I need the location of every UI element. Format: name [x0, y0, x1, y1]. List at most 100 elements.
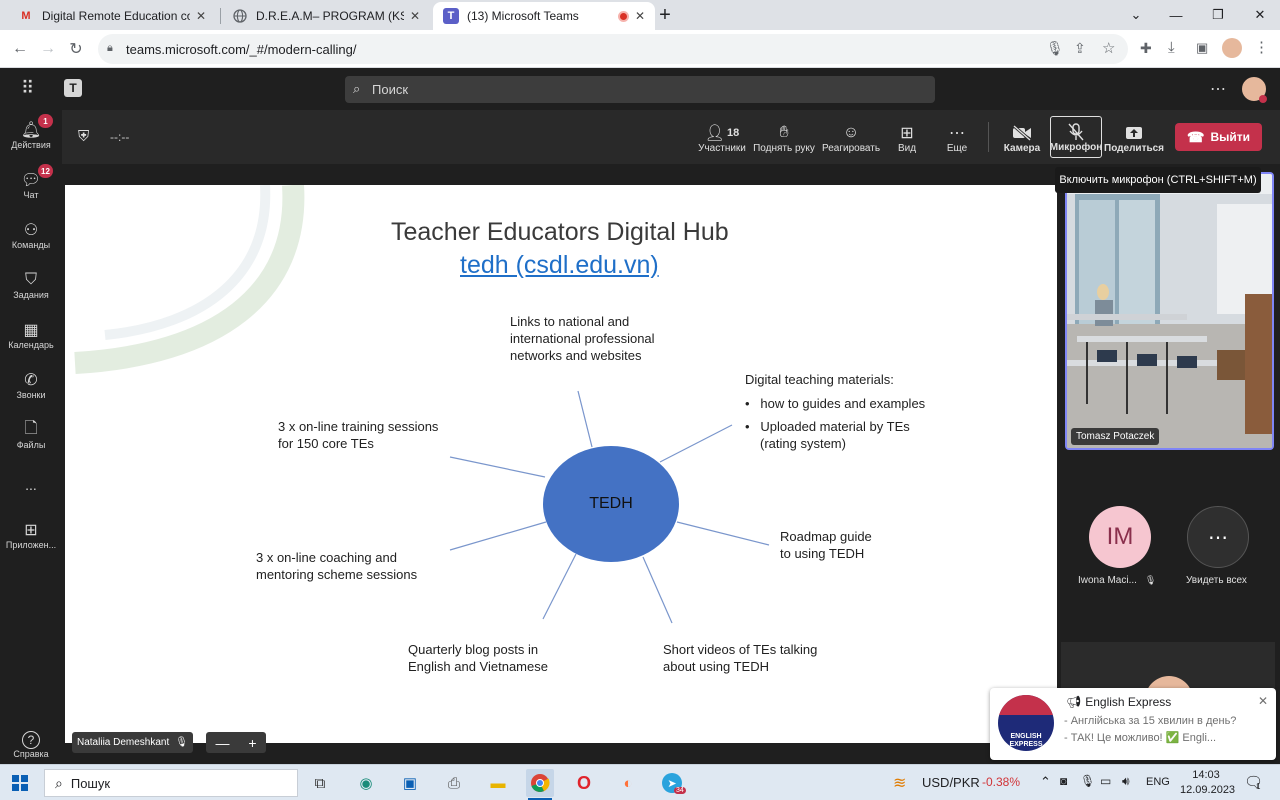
firefox-icon[interactable]: ◐ — [614, 769, 642, 797]
slide-link[interactable]: tedh (csdl.edu.vn) — [460, 251, 659, 280]
rail-item-assignments[interactable]: ⛉ Задания — [0, 260, 62, 310]
chrome-menu-icon[interactable]: ⋮ — [1254, 38, 1269, 56]
hand-icon: ✋︎ — [779, 123, 789, 141]
side-panel-icon[interactable]: ▣ — [1196, 40, 1208, 56]
close-window-icon[interactable]: ✕ — [1240, 0, 1280, 30]
clock-date: 12.09.2023 — [1180, 784, 1236, 796]
microphone-icon[interactable]: 🎙︎ — [1046, 40, 1064, 57]
participants-label: Участники — [698, 142, 746, 154]
network-icon[interactable]: ▭ — [1100, 774, 1111, 788]
participants-button[interactable]: 👤︎ 18 Участники — [696, 118, 748, 158]
browser-tab-dream[interactable]: D.R.E.A.M– PROGRAM (KSIĄŻECZ ✕ — [222, 2, 430, 30]
node-text-line: 3 x on-line coaching and — [256, 550, 397, 565]
shared-slide: Teacher Educators Digital Hub tedh (csdl… — [65, 185, 1057, 743]
rail-item-help[interactable]: ? Справка — [0, 720, 62, 770]
minimize-icon[interactable]: — — [1156, 0, 1196, 30]
share-page-icon[interactable]: ⇪ — [1074, 40, 1086, 57]
hang-up-icon: ☎ — [1187, 128, 1205, 145]
volume-icon[interactable]: 🔊︎ — [1122, 774, 1130, 789]
windows-start-icon[interactable] — [6, 769, 34, 797]
node-text-line: networks and websites — [510, 348, 642, 363]
zoom-in-button[interactable]: + — [248, 735, 256, 751]
activity-badge: 1 — [38, 114, 53, 128]
file-explorer-icon[interactable]: ▬ — [484, 769, 512, 797]
opera-icon[interactable]: O — [570, 769, 598, 797]
profile-avatar[interactable] — [1222, 38, 1242, 58]
task-view-icon[interactable]: ⧉ — [306, 769, 334, 797]
more-button[interactable]: ⋯ Еще — [942, 118, 972, 158]
react-button[interactable]: ☺ Реагировать — [822, 118, 880, 158]
view-button[interactable]: ⊞ Вид — [892, 118, 922, 158]
rail-item-apps[interactable]: ⊞ Приложен... — [0, 510, 62, 560]
shield-icon[interactable]: ⛨ — [78, 128, 89, 145]
edge-icon[interactable]: ◉ — [352, 769, 380, 797]
more-options-icon[interactable]: ⋯ — [1210, 79, 1226, 99]
meeting-control-bar: ⛨ --:-- 👤︎ 18 Участники ✋︎ Поднять руку ☺… — [62, 110, 1280, 164]
notification-title-row: 📢︎ English Express — [1066, 695, 1171, 709]
reload-icon[interactable]: ↻ — [66, 39, 86, 59]
microphone-button[interactable]: Микрофон — [1050, 116, 1102, 158]
ticker-pair[interactable]: USD/PKR — [922, 775, 980, 790]
zoom-out-button[interactable]: — — [215, 735, 229, 751]
close-icon[interactable]: ✕ — [1258, 694, 1268, 708]
browser-tab-teams[interactable]: T (13) Microsoft Teams ✕ — [433, 2, 655, 30]
camera-in-use-icon[interactable]: ◙ — [1060, 774, 1067, 788]
camera-label: Камера — [1003, 142, 1041, 154]
participant-video-tile[interactable]: Tomasz Potaczek — [1065, 172, 1274, 450]
rail-label: Приложен... — [5, 540, 57, 550]
tab-search-icon[interactable]: ⌄ — [1116, 0, 1156, 30]
gmail-icon: M — [21, 10, 31, 22]
center-ellipse: TEDH — [543, 446, 679, 562]
forward-icon[interactable]: → — [38, 39, 58, 59]
taskbar-search-box[interactable]: ⌕ Пошук — [44, 769, 298, 797]
clock[interactable]: 14:03 12.09.2023 — [1180, 768, 1236, 798]
rail-item-more[interactable]: ... — [0, 460, 62, 510]
close-icon[interactable]: ✕ — [635, 9, 645, 23]
close-icon[interactable]: ✕ — [196, 9, 206, 23]
download-icon[interactable]: ⤓ — [1168, 39, 1175, 56]
search-input[interactable]: ⌕ Поиск — [345, 76, 935, 103]
see-all-button[interactable]: ⋯ — [1187, 506, 1249, 568]
language-indicator[interactable]: ENG — [1146, 776, 1170, 788]
extensions-icon[interactable]: ✚ — [1140, 40, 1152, 57]
camera-button[interactable]: Камера — [1002, 118, 1042, 158]
participant-avatar[interactable]: IM — [1089, 506, 1151, 568]
printer-app-icon[interactable]: ⎙ — [440, 769, 468, 797]
browser-tab-gmail[interactable]: M Digital Remote Education confer ✕ — [8, 2, 216, 30]
raise-hand-button[interactable]: ✋︎ Поднять руку — [752, 118, 816, 158]
show-hidden-icons[interactable]: ⌃ — [1040, 774, 1051, 790]
leave-button[interactable]: ☎ Выйти — [1175, 123, 1262, 151]
chrome-icon[interactable] — [526, 769, 554, 797]
address-bar[interactable]: 🔒︎ teams.microsoft.com/_#/modern-calling… — [98, 34, 1128, 64]
toast-notification[interactable]: ENGLISH EXPRESS 📢︎ English Express - Анг… — [990, 688, 1276, 760]
ticker-change: -0.38% — [982, 775, 1021, 789]
rail-item-chat[interactable]: 💬︎ 12 Чат — [0, 160, 62, 210]
share-button[interactable]: Поделиться — [1104, 118, 1164, 158]
mic-in-use-icon[interactable]: 🎙︎ — [1080, 774, 1095, 788]
file-icon: 🗋︎ — [24, 419, 38, 437]
bullet: • — [745, 419, 750, 434]
restore-icon[interactable]: ❐ — [1198, 0, 1238, 30]
close-icon[interactable]: ✕ — [410, 9, 420, 23]
node-text-line: 3 x on-line training sessions — [278, 419, 439, 434]
node-text-line: English and Vietnamese — [408, 659, 548, 674]
back-icon[interactable]: ← — [10, 39, 30, 59]
rail-item-calls[interactable]: ✆ Звонки — [0, 360, 62, 410]
rail-item-activity[interactable]: 🔔︎ 1 Действия — [0, 110, 62, 160]
node-bullet-text: how to guides and examples — [760, 396, 926, 411]
node-blog: Quarterly blog posts in English and Viet… — [408, 641, 548, 675]
telegram-icon[interactable]: ➤ 34 — [658, 769, 686, 797]
node-videos: Short videos of TEs talking about using … — [663, 641, 817, 675]
notification-line2: - ТАК! Це можливо! ✅ Engli... — [1064, 732, 1217, 744]
rail-item-calendar[interactable]: ▦ Календарь — [0, 310, 62, 360]
presenter-name: Nataliia Demeshkant — [77, 737, 170, 748]
rail-item-files[interactable]: 🗋︎ Файлы — [0, 410, 62, 460]
teams-icon: T — [443, 8, 459, 24]
node-coaching: 3 x on-line coaching and mentoring schem… — [256, 549, 417, 583]
store-icon[interactable]: ▣ — [396, 769, 424, 797]
app-launcher-icon[interactable]: ⠿ — [21, 78, 34, 99]
bookmark-star-icon[interactable]: ☆ — [1102, 39, 1115, 57]
rail-item-teams[interactable]: ⚇ Команды — [0, 210, 62, 260]
new-tab-button[interactable]: + — [655, 4, 675, 26]
rail-label: Задания — [13, 290, 49, 300]
